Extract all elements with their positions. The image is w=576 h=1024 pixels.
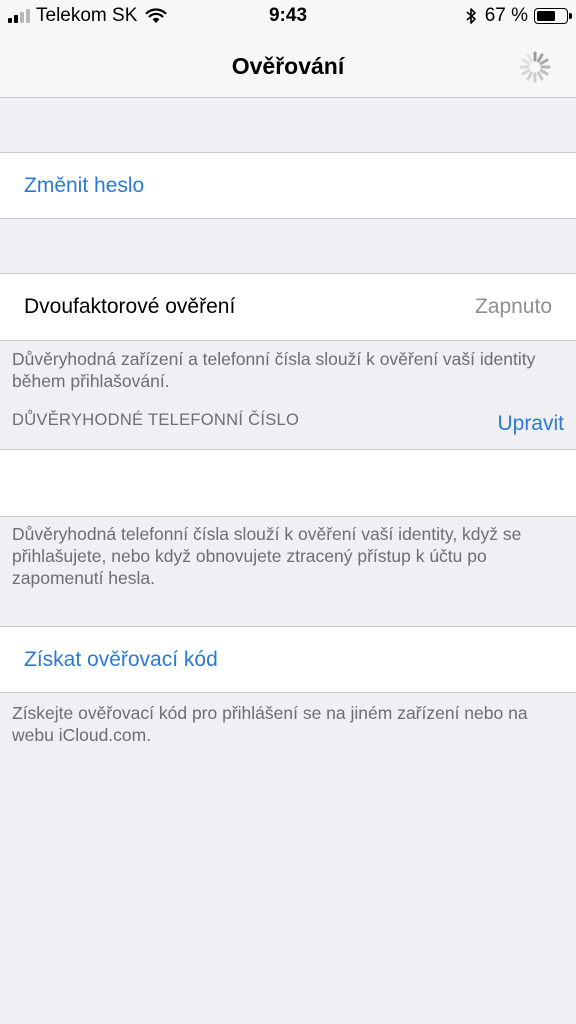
page-title: Ověřování [231,53,345,79]
battery-fill [537,11,555,21]
battery-icon [534,8,572,24]
verification-code-cell[interactable]: Získat ověřovací kód [0,626,576,693]
two-factor-footer: Důvěryhodná zařízení a telefonní čísla s… [12,349,536,391]
bluetooth-icon [466,8,476,24]
two-factor-status: Zapnuto [474,295,552,318]
trusted-phone-cell[interactable] [0,449,576,517]
trusted-phone-footer: Důvěryhodná telefonní čísla slouží k ově… [12,524,522,588]
status-right: 67 % [465,4,572,28]
status-bar: Telekom SK 9:43 67 % [0,0,576,40]
edit-button[interactable]: Upravit [497,412,564,436]
two-factor-label: Dvoufaktorové ověření [24,295,236,318]
two-factor-cell[interactable]: Dvoufaktorové ověření Zapnuto [0,273,576,341]
change-password-cell[interactable]: Změnit heslo [0,152,576,219]
change-password-link[interactable]: Změnit heslo [24,153,144,218]
battery-percent: 67 % [484,5,528,26]
activity-spinner-icon [519,51,551,83]
trusted-phone-header: DŮVĚRYHODNÉ TELEFONNÍ ČÍSLO [12,411,300,429]
verification-code-footer: Získejte ověřovací kód pro přihlášení se… [12,703,528,745]
navigation-bar: Ověřování [0,40,576,98]
verification-code-link[interactable]: Získat ověřovací kód [24,627,218,692]
